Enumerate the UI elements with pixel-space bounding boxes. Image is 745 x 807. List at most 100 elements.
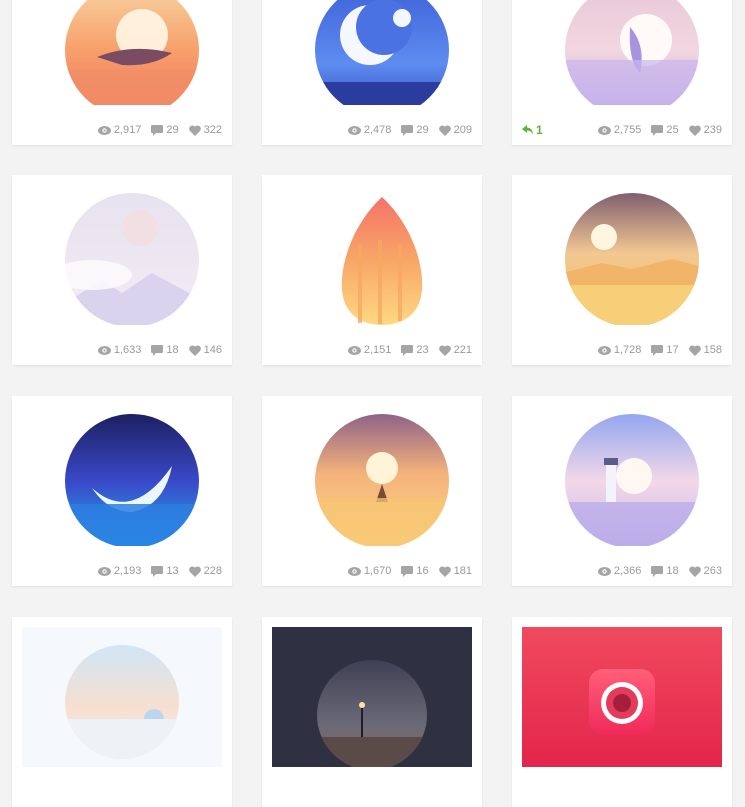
views-count: 2,478 — [363, 124, 392, 136]
shot-thumbnail[interactable] — [522, 406, 722, 546]
comment-bubble-icon — [651, 344, 664, 356]
views-stat: 1,670 — [347, 565, 392, 577]
shot-card[interactable] — [12, 617, 232, 807]
likes-stat[interactable]: 322 — [188, 124, 222, 136]
likes-stat[interactable]: 158 — [688, 344, 722, 356]
shot-stats: 1,728 17 158 — [597, 344, 722, 356]
likes-stat[interactable]: 209 — [438, 124, 472, 136]
comment-bubble-icon — [401, 344, 414, 356]
shot-card[interactable]: 1,670 16 181 — [262, 396, 482, 586]
comment-bubble-icon — [151, 344, 164, 356]
comments-count: 23 — [416, 344, 429, 356]
shot-stats: 2,151 23 221 — [347, 344, 472, 356]
views-count: 2,193 — [113, 565, 142, 577]
comments-count: 25 — [666, 124, 679, 136]
rebound-arrow-icon[interactable] — [522, 124, 534, 136]
comments-count: 17 — [666, 344, 679, 356]
views-stat: 2,755 — [597, 124, 642, 136]
shot-thumbnail[interactable] — [522, 627, 722, 767]
views-stat: 2,151 — [347, 344, 392, 356]
likes-count: 209 — [453, 124, 472, 136]
views-stat: 2,917 — [97, 124, 141, 136]
likes-stat[interactable]: 146 — [188, 344, 222, 356]
shot-card[interactable]: 1,633 18 146 — [12, 175, 232, 365]
shot-stats: 2,755 25 239 — [597, 124, 722, 136]
shot-card[interactable]: 1 2,755 25 239 — [512, 0, 732, 145]
comments-stat: 25 — [651, 124, 679, 136]
heart-icon[interactable] — [188, 344, 201, 356]
views-stat: 2,193 — [97, 565, 142, 577]
shot-thumbnail[interactable] — [522, 0, 722, 105]
shot-thumbnail[interactable] — [22, 185, 222, 325]
likes-stat[interactable]: 181 — [438, 565, 472, 577]
rebound-link[interactable]: 1 — [522, 123, 543, 137]
shot-stats: 1,670 16 181 — [347, 565, 472, 577]
likes-count: 181 — [453, 565, 472, 577]
shot-card[interactable] — [512, 617, 732, 807]
comments-stat: 16 — [401, 565, 429, 577]
comments-count: 13 — [166, 565, 179, 577]
eye-icon — [597, 345, 611, 355]
heart-icon[interactable] — [438, 344, 451, 356]
likes-count: 228 — [203, 565, 222, 577]
heart-icon[interactable] — [188, 124, 201, 136]
shot-card[interactable]: 2,151 23 221 — [262, 175, 482, 365]
comment-bubble-icon — [651, 124, 664, 136]
heart-icon[interactable] — [188, 565, 201, 577]
comments-stat: 29 — [151, 124, 179, 136]
comments-stat: 29 — [401, 124, 429, 136]
views-count: 2,151 — [363, 344, 392, 356]
eye-icon — [597, 125, 611, 135]
comments-stat: 17 — [651, 344, 679, 356]
eye-icon — [597, 566, 611, 576]
likes-stat[interactable]: 263 — [688, 565, 722, 577]
views-count: 1,728 — [613, 344, 642, 356]
comment-bubble-icon — [401, 565, 414, 577]
shot-thumbnail[interactable] — [272, 0, 472, 105]
shot-thumbnail[interactable] — [22, 0, 222, 105]
shot-stats: 2,917 29 322 — [97, 124, 222, 136]
shot-card[interactable]: 1,728 17 158 — [512, 175, 732, 365]
shot-card[interactable]: 2,478 29 209 — [262, 0, 482, 145]
shot-thumbnail[interactable] — [22, 627, 222, 767]
comments-count: 18 — [666, 565, 679, 577]
shot-thumbnail[interactable] — [272, 627, 472, 767]
likes-count: 322 — [203, 124, 222, 136]
comments-stat: 18 — [651, 565, 679, 577]
shot-stats: 2,366 18 263 — [597, 565, 722, 577]
eye-icon — [97, 125, 111, 135]
views-count: 1,633 — [113, 344, 142, 356]
shot-card[interactable] — [262, 617, 482, 807]
comments-count: 18 — [166, 344, 179, 356]
shot-card[interactable]: 2,366 18 263 — [512, 396, 732, 586]
comment-bubble-icon — [651, 565, 664, 577]
heart-icon[interactable] — [688, 565, 701, 577]
eye-icon — [347, 125, 361, 135]
views-stat: 2,478 — [347, 124, 392, 136]
likes-stat[interactable]: 239 — [688, 124, 722, 136]
views-count: 2,755 — [613, 124, 642, 136]
heart-icon[interactable] — [688, 344, 701, 356]
comment-bubble-icon — [401, 124, 414, 136]
views-stat: 1,633 — [97, 344, 142, 356]
likes-stat[interactable]: 221 — [438, 344, 472, 356]
shot-thumbnail[interactable] — [272, 406, 472, 546]
shot-card[interactable]: 2,193 13 228 — [12, 396, 232, 586]
shot-thumbnail[interactable] — [272, 185, 472, 325]
likes-count: 263 — [703, 565, 722, 577]
eye-icon — [347, 345, 361, 355]
shot-stats: 1,633 18 146 — [97, 344, 222, 356]
heart-icon[interactable] — [438, 565, 451, 577]
rebound-count: 1 — [536, 123, 543, 137]
likes-stat[interactable]: 228 — [188, 565, 222, 577]
heart-icon[interactable] — [688, 124, 701, 136]
comments-count: 29 — [166, 124, 179, 136]
shots-grid: 2,917 29 322 2,478 29 209 1 2,755 25 239… — [0, 0, 745, 807]
shot-card[interactable]: 2,917 29 322 — [12, 0, 232, 145]
views-count: 1,670 — [363, 565, 392, 577]
shot-thumbnail[interactable] — [22, 406, 222, 546]
shot-thumbnail[interactable] — [522, 185, 722, 325]
heart-icon[interactable] — [438, 124, 451, 136]
shot-stats: 2,193 13 228 — [97, 565, 222, 577]
comments-stat: 13 — [151, 565, 179, 577]
